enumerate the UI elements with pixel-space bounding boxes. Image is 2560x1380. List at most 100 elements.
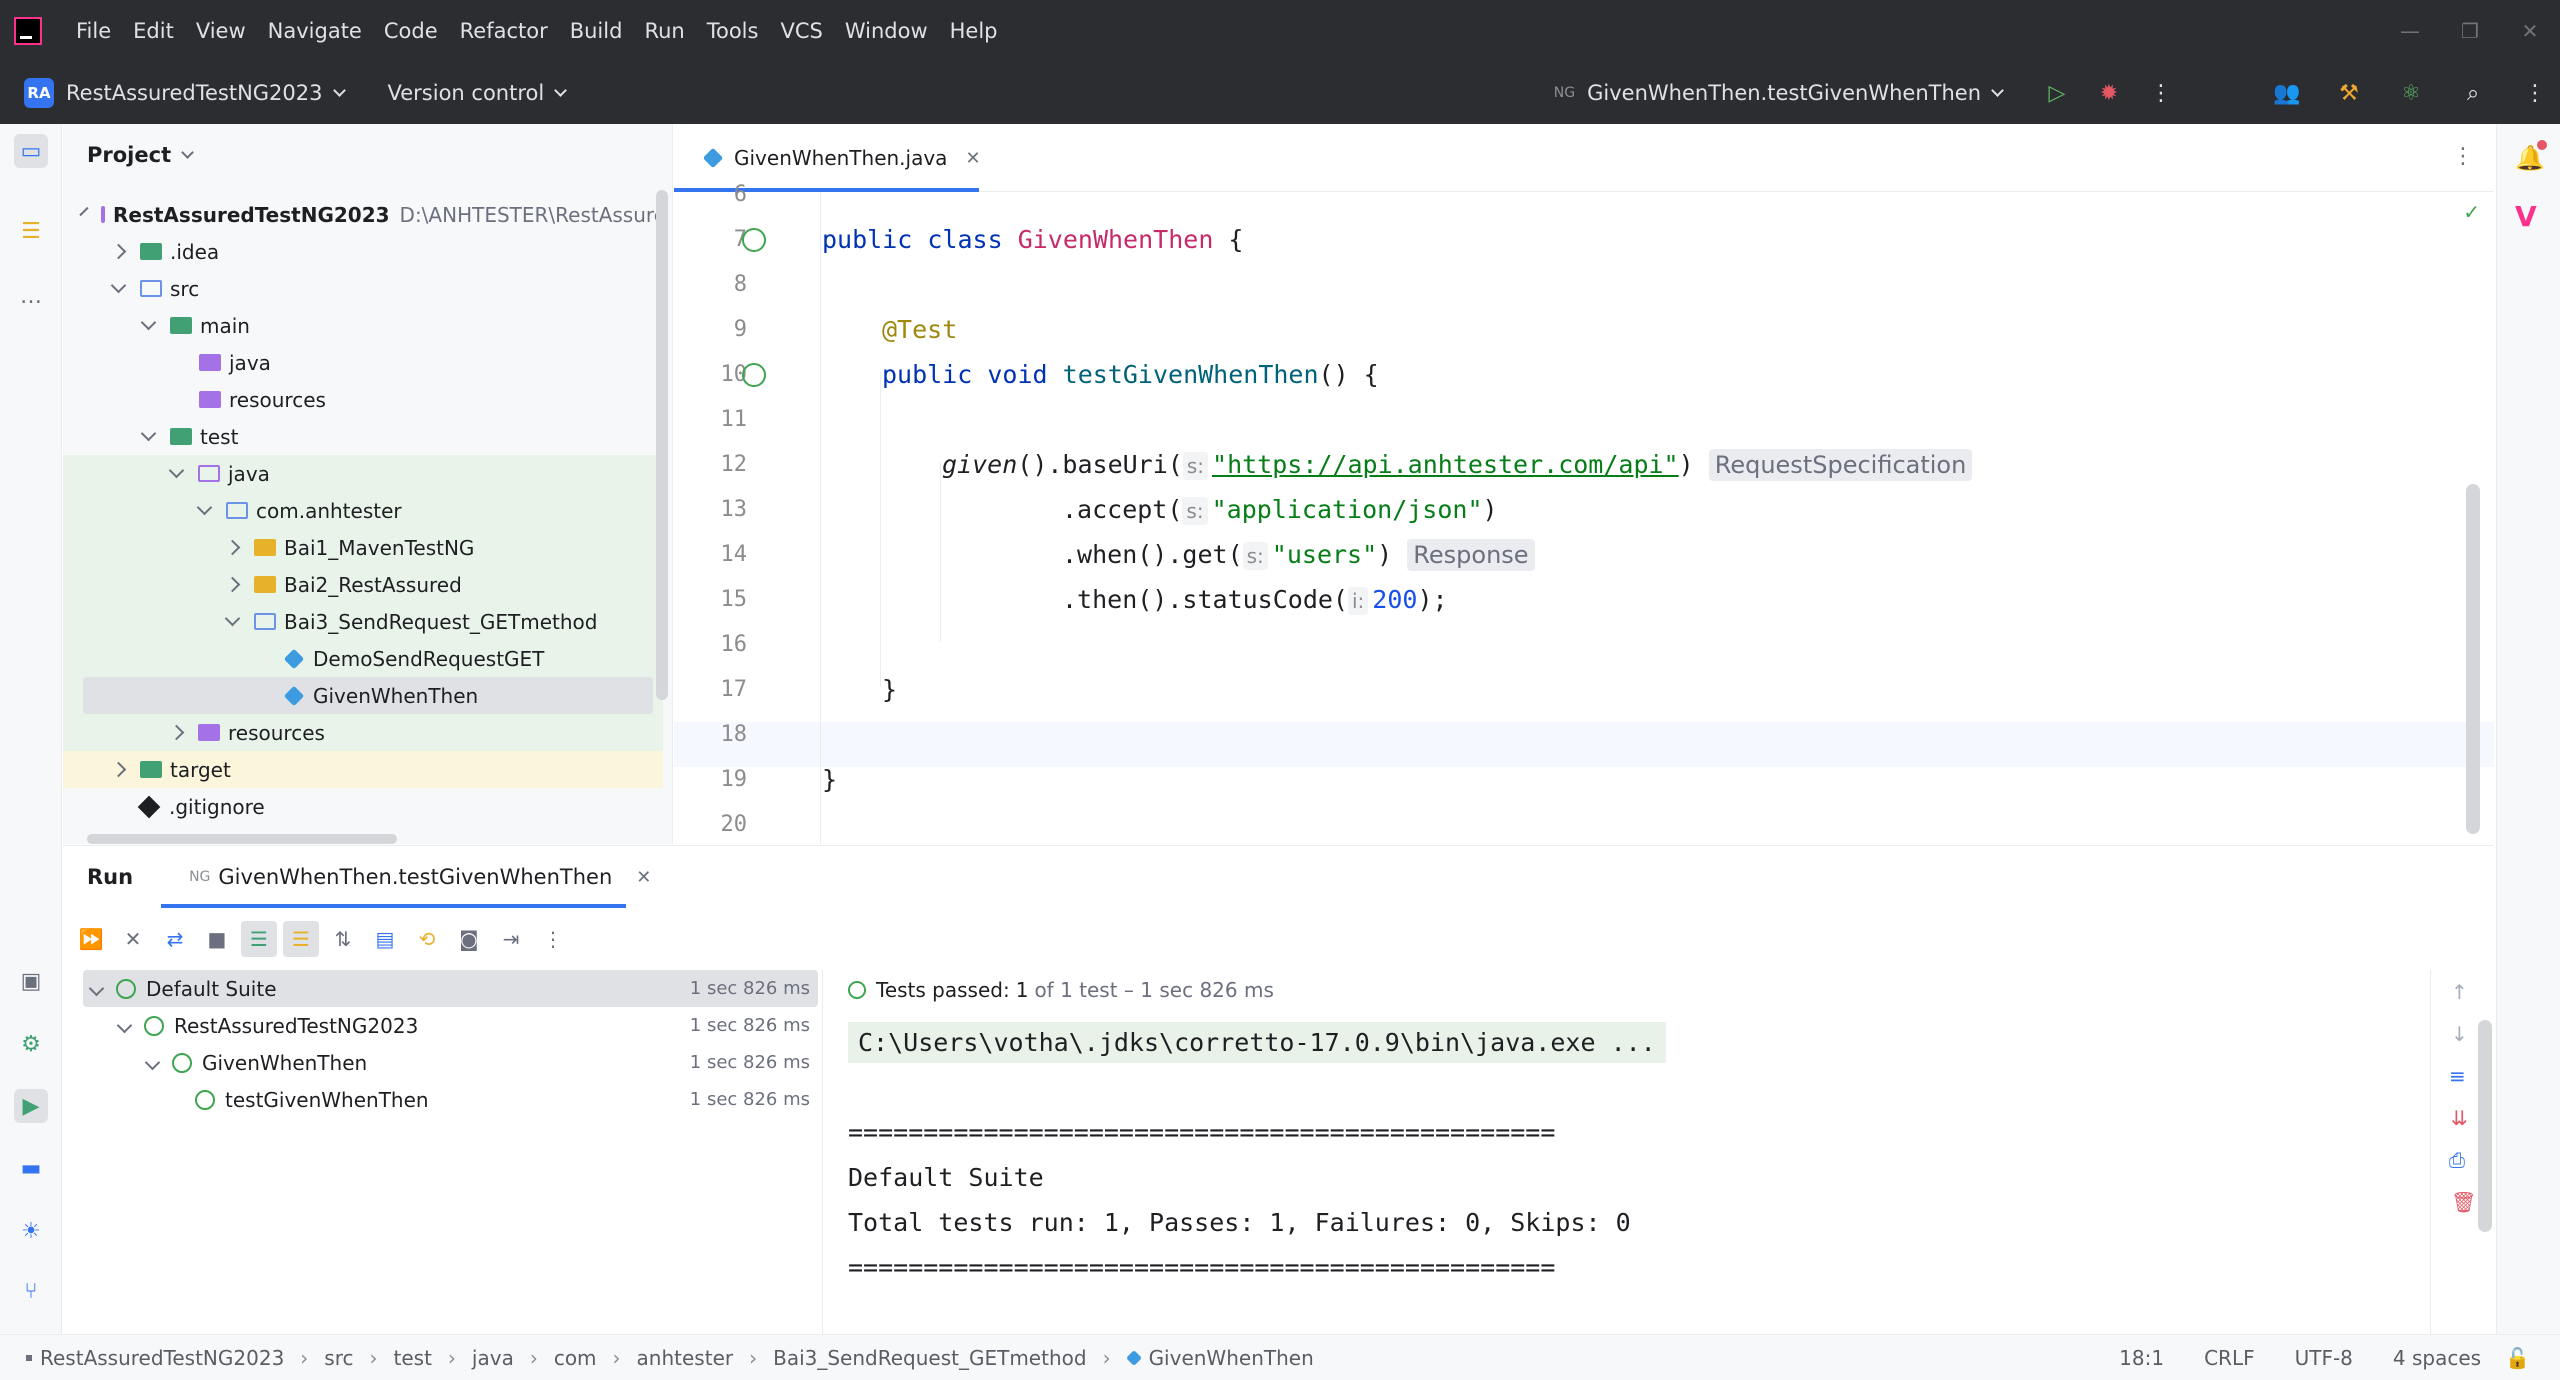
close-window-icon[interactable]: ✕ <box>2500 19 2560 43</box>
project-tool-icon[interactable]: ▭ <box>14 134 48 168</box>
menu-file[interactable]: File <box>76 19 111 43</box>
tree-item-main-java[interactable]: java <box>63 344 663 381</box>
tree-item-test[interactable]: test <box>63 418 663 455</box>
git-branch-icon[interactable]: ⑂ <box>14 1274 48 1308</box>
tree-item-main-resources[interactable]: resources <box>63 381 663 418</box>
test-row-class[interactable]: GivenWhenThen 1 sec 826 ms <box>83 1044 818 1081</box>
expand-arrow-icon[interactable] <box>116 1017 133 1034</box>
expand-arrow-icon[interactable] <box>168 462 185 479</box>
run-config-selector[interactable]: GivenWhenThen.testGivenWhenThen <box>1587 81 2004 105</box>
collapse-arrow-icon[interactable] <box>224 539 241 556</box>
scroll-to-end-icon[interactable]: ⇊ <box>2451 1106 2468 1130</box>
restore-icon[interactable]: ❐ <box>2440 19 2500 43</box>
test-row-method[interactable]: testGivenWhenThen 1 sec 826 ms <box>83 1081 818 1118</box>
breadcrumb-item[interactable]: com <box>554 1346 597 1370</box>
toggle-auto-test-icon[interactable]: ⇄ <box>157 921 193 957</box>
no-problems-check-icon[interactable]: ✓ <box>2463 200 2480 224</box>
code-area[interactable]: public class GivenWhenThen { @Test publi… <box>820 192 2492 844</box>
run-test-gutter-icon[interactable] <box>742 363 766 387</box>
plugin-v-icon[interactable]: V <box>2515 200 2537 233</box>
collapse-arrow-icon[interactable] <box>224 576 241 593</box>
tree-item-main[interactable]: main <box>63 307 663 344</box>
line-separator[interactable]: CRLF <box>2204 1346 2255 1370</box>
tree-item-target[interactable]: target <box>63 751 663 788</box>
file-encoding[interactable]: UTF-8 <box>2295 1346 2353 1370</box>
collapse-arrow-icon[interactable] <box>110 761 127 778</box>
menu-tools[interactable]: Tools <box>707 19 759 43</box>
breadcrumb-item[interactable]: test <box>394 1346 432 1370</box>
code-with-me-icon[interactable]: 👥 <box>2272 78 2302 108</box>
run-tab-label[interactable]: GivenWhenThen.testGivenWhenThen <box>218 865 612 889</box>
tab-more-icon[interactable]: ⋮ <box>2452 144 2474 169</box>
tree-item-test-resources[interactable]: resources <box>63 714 663 751</box>
menu-help[interactable]: Help <box>950 19 998 43</box>
tree-root[interactable]: RestAssuredTestNG2023 D:\ANHTESTER\RestA… <box>63 196 666 233</box>
sort-icon[interactable]: ⇅ <box>325 921 361 957</box>
debug-icon[interactable]: ✹ <box>2094 78 2124 108</box>
expand-arrow-icon[interactable] <box>144 1054 161 1071</box>
tree-item-demosendrequestget[interactable]: DemoSendRequestGET <box>63 640 663 677</box>
menu-code[interactable]: Code <box>384 19 438 43</box>
tree-item-src[interactable]: src <box>63 270 663 307</box>
editor-scrollbar[interactable] <box>2466 484 2480 834</box>
close-tab-icon[interactable]: ✕ <box>965 148 980 169</box>
print-icon[interactable]: ⎙ <box>2449 1148 2465 1172</box>
menu-refactor[interactable]: Refactor <box>460 19 548 43</box>
terminal-icon[interactable]: ▬ <box>14 1151 48 1185</box>
settings-gear-icon[interactable]: ⚙ <box>14 1027 48 1061</box>
menu-vcs[interactable]: VCS <box>780 19 822 43</box>
menu-build[interactable]: Build <box>570 19 623 43</box>
stop-icon[interactable]: ■ <box>199 921 235 957</box>
breadcrumb-item[interactable]: GivenWhenThen <box>1149 1346 1314 1370</box>
breadcrumb-item[interactable]: java <box>472 1346 514 1370</box>
show-ignored-icon[interactable]: ☰ <box>283 921 319 957</box>
export-icon[interactable]: ⇥ <box>493 921 529 957</box>
expand-arrow-icon[interactable] <box>110 277 127 294</box>
tree-item-package[interactable]: com.anhtester <box>63 492 663 529</box>
breadcrumb-item[interactable]: Bai3_SendRequest_GETmethod <box>773 1346 1086 1370</box>
lock-icon[interactable]: 🔓 <box>2505 1346 2530 1370</box>
indent-setting[interactable]: 4 spaces <box>2393 1346 2481 1370</box>
clear-console-icon[interactable]: 🗑 <box>2451 1190 2476 1214</box>
tree-item-bai1[interactable]: Bai1_MavenTestNG <box>63 529 663 566</box>
history-icon[interactable]: ⟲ <box>409 921 445 957</box>
screenshot-icon[interactable]: ◙ <box>451 921 487 957</box>
build-tools-icon[interactable]: ⚒ <box>2334 78 2364 108</box>
expand-arrow-icon[interactable] <box>79 206 89 217</box>
settings-more-icon[interactable]: ⋮ <box>2520 78 2550 108</box>
menu-view[interactable]: View <box>196 19 246 43</box>
tree-item-givenwhenthen[interactable]: GivenWhenThen <box>63 677 663 714</box>
soft-wrap-icon[interactable]: ≡ <box>2449 1064 2466 1088</box>
project-scrollbar[interactable] <box>656 190 668 700</box>
menu-navigate[interactable]: Navigate <box>268 19 362 43</box>
breadcrumb-item[interactable]: RestAssuredTestNG2023 <box>40 1346 284 1370</box>
import-tests-icon[interactable]: ▤ <box>367 921 403 957</box>
menu-edit[interactable]: Edit <box>133 19 174 43</box>
string-literal[interactable]: "https://api.anhtester.com/api" <box>1212 450 1679 479</box>
rerun-failed-icon[interactable]: ✕ <box>115 921 151 957</box>
collapse-arrow-icon[interactable] <box>168 724 185 741</box>
console-output[interactable]: Tests passed: 1 of 1 test – 1 sec 826 ms… <box>838 970 2492 1336</box>
close-run-tab-icon[interactable]: ✕ <box>636 867 651 888</box>
tree-item-gitignore[interactable]: .gitignore <box>63 788 663 825</box>
expand-arrow-icon[interactable] <box>140 314 157 331</box>
run-tool-icon[interactable]: ▶ <box>14 1089 48 1123</box>
breadcrumb-item[interactable]: src <box>324 1346 353 1370</box>
menu-window[interactable]: Window <box>845 19 928 43</box>
search-icon[interactable]: ⌕ <box>2458 78 2488 108</box>
console-command[interactable]: C:\Users\votha\.jdks\corretto-17.0.9\bin… <box>848 1022 1666 1063</box>
scroll-down-icon[interactable]: ↓ <box>2451 1022 2468 1046</box>
services-icon[interactable]: ▣ <box>14 964 48 998</box>
expand-arrow-icon[interactable] <box>140 425 157 442</box>
problems-icon[interactable]: ☀ <box>14 1214 48 1248</box>
version-control-dropdown[interactable]: Version control <box>388 81 568 105</box>
caret-position[interactable]: 18:1 <box>2119 1346 2164 1370</box>
rerun-icon[interactable]: ⏩ <box>73 921 109 957</box>
scroll-up-icon[interactable]: ↑ <box>2451 980 2468 1004</box>
tree-item-test-java[interactable]: java <box>63 455 663 492</box>
more-tools-icon[interactable]: … <box>14 279 48 313</box>
menu-run[interactable]: Run <box>644 19 684 43</box>
project-selector[interactable]: RestAssuredTestNG2023 <box>66 81 346 105</box>
run-icon[interactable]: ▷ <box>2042 78 2072 108</box>
expand-arrow-icon[interactable] <box>88 980 105 997</box>
